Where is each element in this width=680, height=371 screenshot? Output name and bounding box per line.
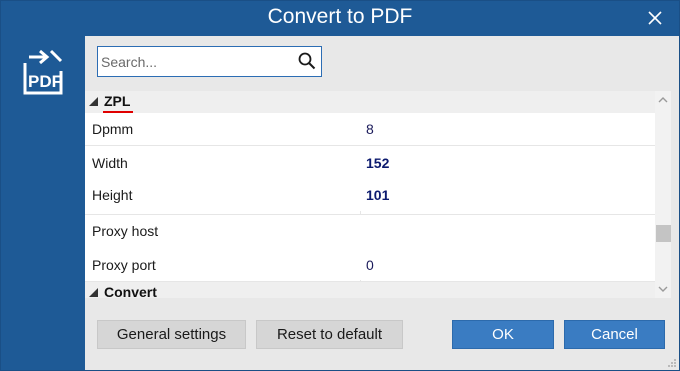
category-label: ZPL <box>104 93 131 109</box>
property-row-dpmm[interactable]: Dpmm 8 <box>85 113 655 146</box>
property-value[interactable]: 0 <box>366 257 374 273</box>
property-grid: ZPL Dpmm 8 Width 152 Height 101 Proxy ho… <box>85 91 671 298</box>
property-row-proxy-host[interactable]: Proxy host <box>85 215 655 248</box>
property-name: Width <box>92 155 128 171</box>
property-name: Height <box>92 187 133 203</box>
property-row-width[interactable]: Width 152 <box>85 146 655 178</box>
expanded-triangle-icon[interactable] <box>89 288 98 297</box>
search-input[interactable] <box>101 51 291 72</box>
property-value[interactable]: 152 <box>366 155 389 171</box>
scroll-thumb[interactable] <box>656 225 671 242</box>
property-name: Proxy port <box>92 257 156 273</box>
property-row-height[interactable]: Height 101 <box>85 178 655 211</box>
property-value[interactable]: 8 <box>366 121 374 137</box>
svg-text:PDF: PDF <box>28 72 62 91</box>
convert-to-pdf-dialog: Convert to PDF PDF Search... ZPL Dpmm 8 … <box>0 0 680 371</box>
category-zpl[interactable]: ZPL <box>85 91 655 114</box>
pdf-export-icon: PDF <box>23 49 63 95</box>
chevron-up-icon[interactable] <box>657 94 669 106</box>
property-row-proxy-port[interactable]: Proxy port 0 <box>85 248 655 280</box>
general-settings-button[interactable]: General settings <box>97 320 246 349</box>
title-bar: Convert to PDF <box>1 1 679 36</box>
window-title: Convert to PDF <box>267 5 413 28</box>
vertical-scrollbar[interactable] <box>655 91 671 298</box>
expanded-triangle-icon[interactable] <box>89 97 98 106</box>
reset-to-default-button[interactable]: Reset to default <box>256 320 403 349</box>
property-value[interactable]: 101 <box>366 187 389 203</box>
close-icon <box>648 11 662 25</box>
left-rail: PDF <box>1 36 85 370</box>
chevron-down-icon[interactable] <box>657 283 669 295</box>
search-box <box>97 46 322 77</box>
search-icon[interactable] <box>298 52 316 70</box>
content-panel: ZPL Dpmm 8 Width 152 Height 101 Proxy ho… <box>85 36 679 370</box>
category-label: Convert <box>104 284 157 298</box>
resize-grip-icon[interactable] <box>667 358 677 368</box>
close-button[interactable] <box>645 8 665 28</box>
cancel-button[interactable]: Cancel <box>564 320 665 349</box>
category-convert[interactable]: Convert <box>85 282 655 298</box>
ok-button[interactable]: OK <box>452 320 554 349</box>
property-name: Dpmm <box>92 121 134 137</box>
property-name: Proxy host <box>92 223 159 239</box>
